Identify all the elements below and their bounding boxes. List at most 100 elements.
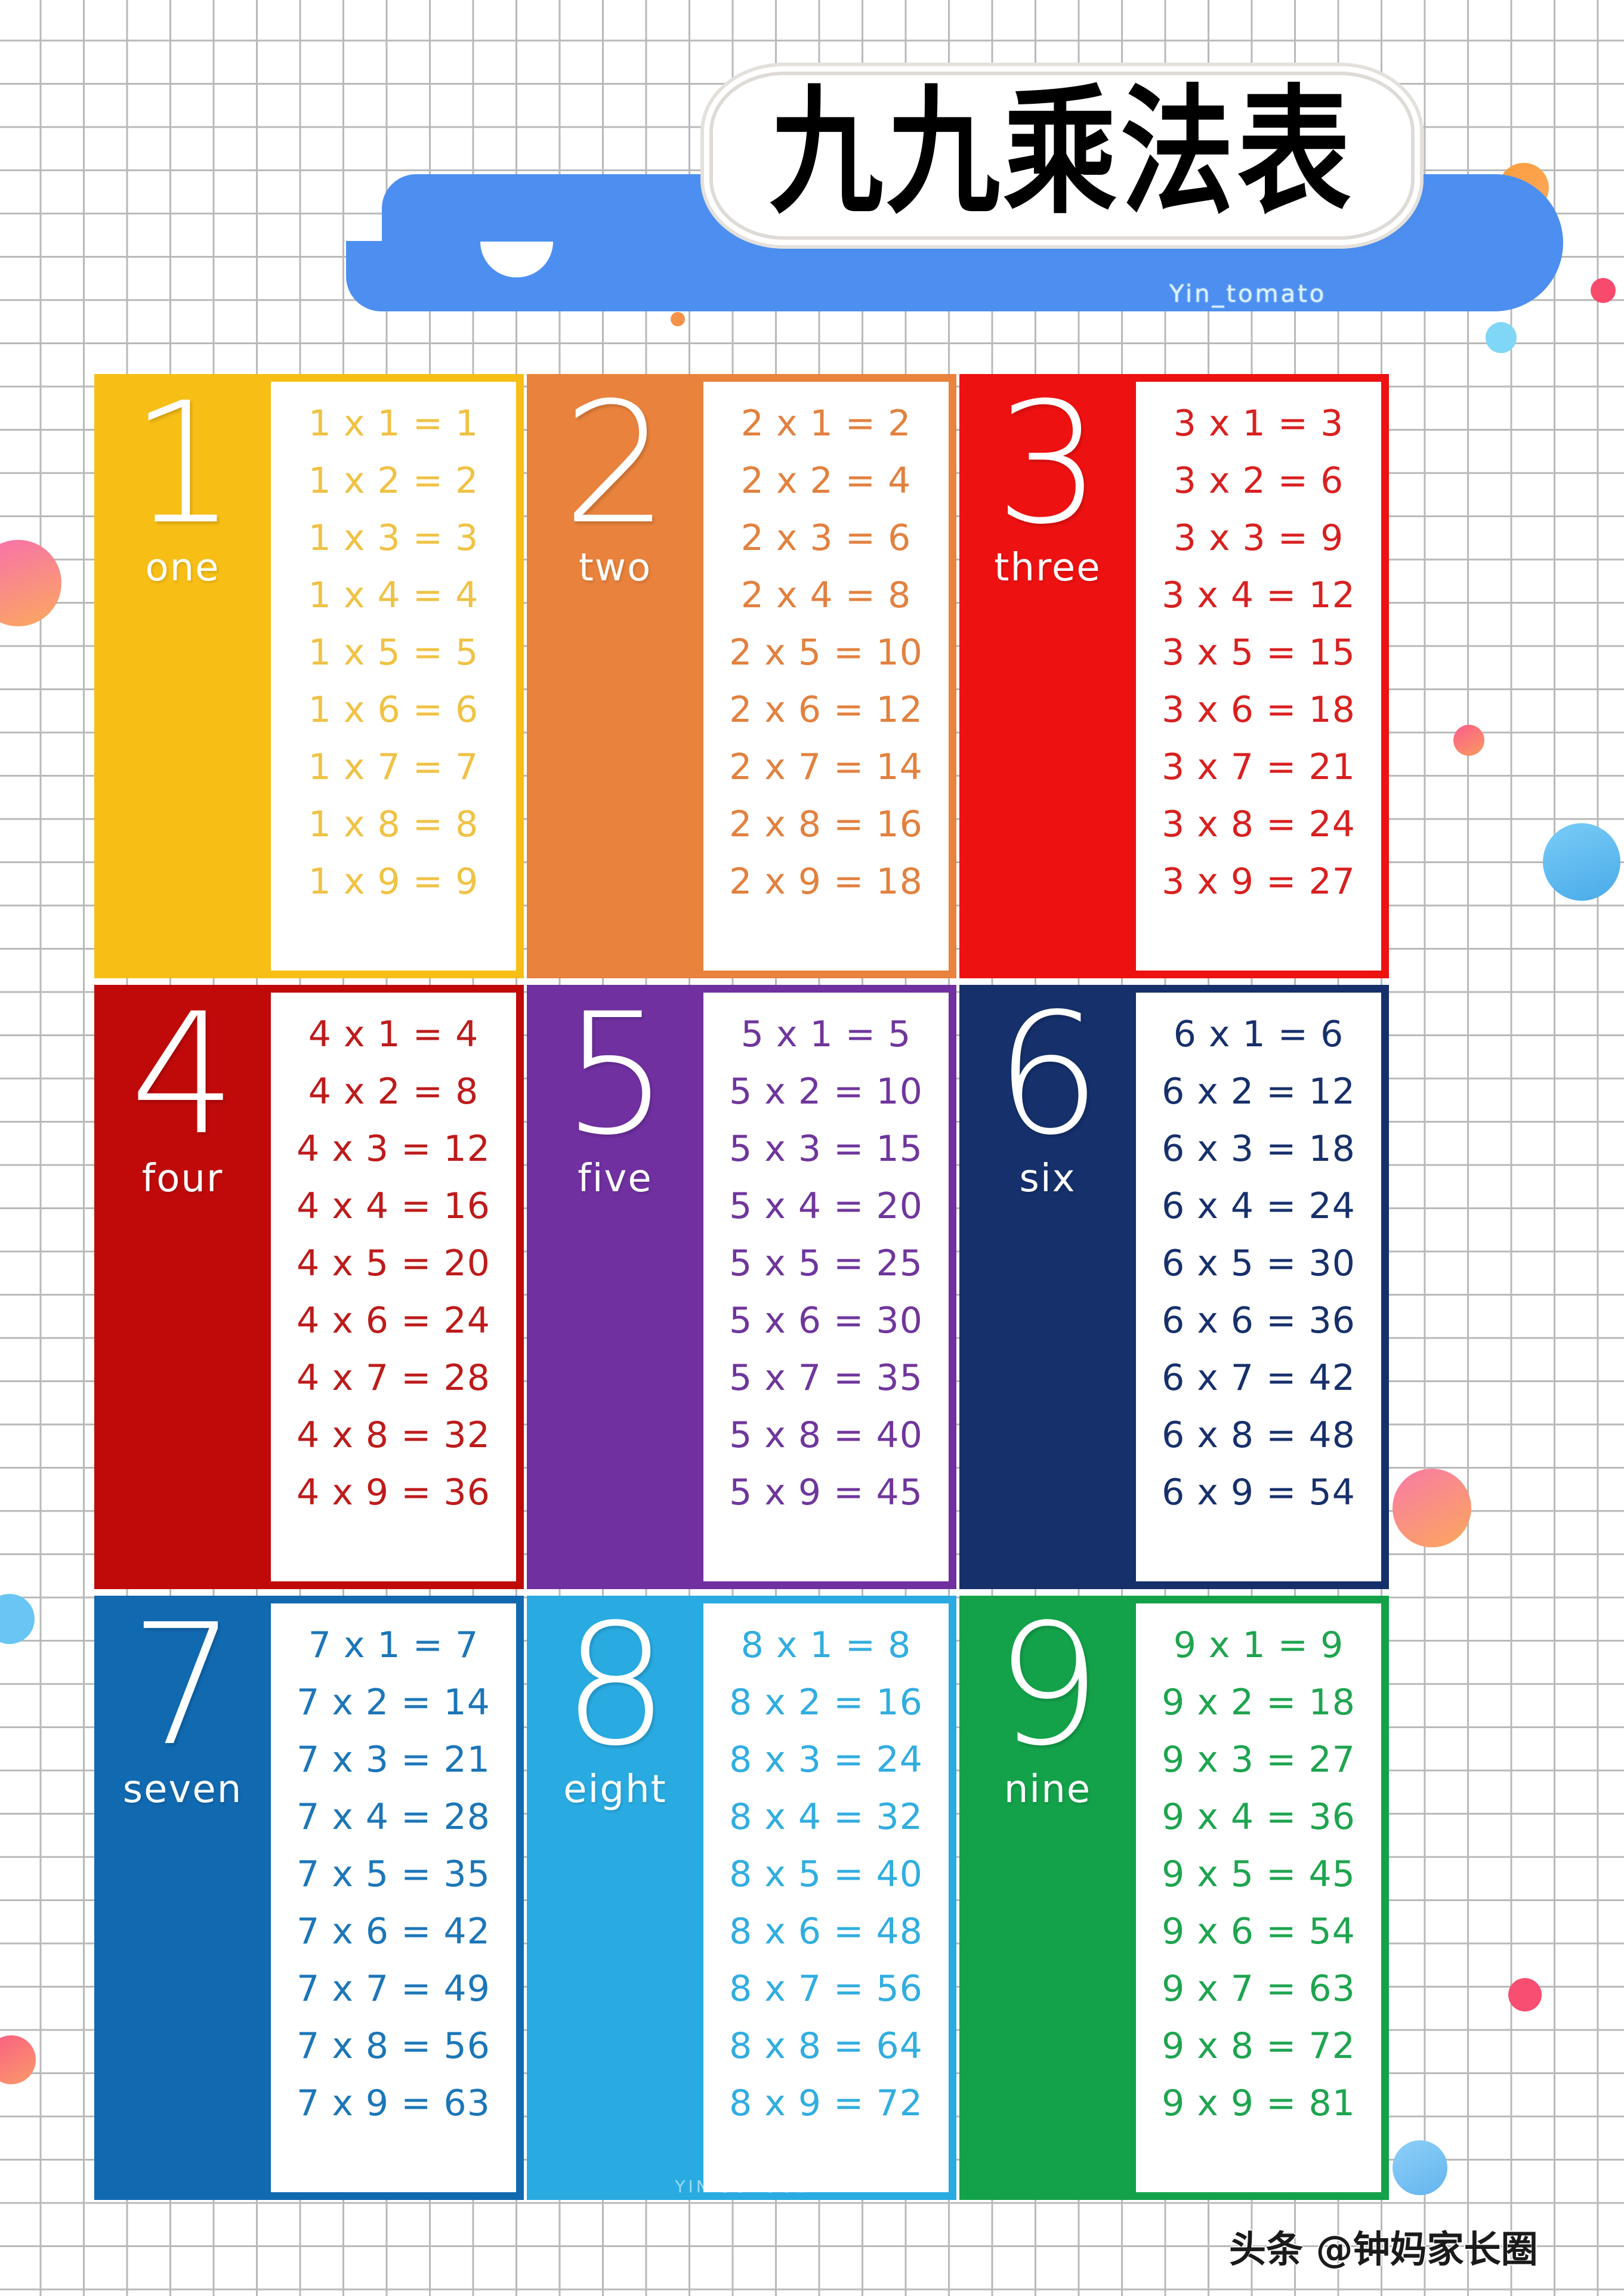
card-number-word: nine — [1004, 1767, 1092, 1812]
pink-ball-right — [1591, 278, 1616, 303]
equation-row: 3 x 8 = 24 — [1162, 804, 1356, 845]
equation-row: 1 x 3 = 3 — [308, 517, 479, 559]
equation-row: 9 x 2 = 18 — [1162, 1682, 1356, 1723]
card-equations-panel: 2 x 1 = 2 2 x 2 = 4 2 x 3 = 6 2 x 4 = 8 2 x … — [703, 378, 953, 975]
equation-row: 5 x 4 = 20 — [729, 1185, 923, 1227]
equation-row: 2 x 4 = 8 — [740, 574, 912, 616]
equation-row: 3 x 4 = 12 — [1162, 574, 1356, 616]
equation-row: 7 x 4 = 28 — [297, 1796, 490, 1838]
equation-row: 2 x 8 = 16 — [729, 804, 923, 845]
times-table-card-8: 8 eight 8 x 1 = 8 8 x 2 = 16 8 x 3 = 24 8 x 4… — [527, 1596, 956, 2200]
equation-row: 1 x 1 = 1 — [308, 403, 479, 444]
card-equations-panel: 7 x 1 = 7 7 x 2 = 14 7 x 3 = 21 7 x 4 = 28 7… — [271, 1599, 520, 2196]
bottom-watermark: 头条 @钟妈家长圈 — [1229, 2227, 1538, 2271]
card-digit: 7 — [129, 1596, 236, 1783]
card-digit: 9 — [995, 1596, 1101, 1783]
times-table-card-4: 4 four 4 x 1 = 4 4 x 2 = 8 4 x 3 = 12 4 x 4 =… — [94, 985, 524, 1589]
equation-row: 4 x 9 = 36 — [297, 1472, 490, 1513]
times-table-card-9: 9 nine 9 x 1 = 9 9 x 2 = 18 9 x 3 = 27 9 x 4 … — [959, 1596, 1389, 2200]
equation-row: 2 x 5 = 10 — [729, 632, 923, 673]
card-left-panel: 1 one — [94, 374, 271, 978]
equation-row: 6 x 2 = 12 — [1162, 1071, 1356, 1113]
equation-row: 5 x 2 = 10 — [729, 1071, 923, 1113]
equation-row: 3 x 5 = 15 — [1162, 632, 1356, 673]
equation-row: 8 x 9 = 72 — [729, 2082, 923, 2124]
equation-row: 5 x 8 = 40 — [729, 1414, 923, 1456]
card-digit: 8 — [562, 1596, 669, 1783]
equation-row: 5 x 5 = 25 — [729, 1243, 923, 1284]
equation-row: 9 x 1 = 9 — [1173, 1624, 1344, 1666]
blue-ball-mid-right — [1543, 823, 1620, 901]
equation-row: 2 x 2 = 4 — [740, 460, 912, 502]
equation-row: 6 x 8 = 48 — [1162, 1414, 1356, 1456]
equation-row: 7 x 6 = 42 — [297, 1911, 490, 1952]
equation-row: 2 x 7 = 14 — [729, 746, 923, 788]
card-number-word: two — [578, 546, 652, 590]
card-number-word: seven — [122, 1767, 243, 1812]
card-left-panel: 5 five — [527, 985, 703, 1589]
cyan-ball-right — [1486, 322, 1517, 353]
card-left-panel: 6 six — [959, 985, 1136, 1589]
equation-row: 1 x 8 = 8 — [308, 804, 479, 845]
card-equations-panel: 5 x 1 = 5 5 x 2 = 10 5 x 3 = 15 5 x 4 = 20 5… — [703, 988, 953, 1586]
times-table-card-2: 2 two 2 x 1 = 2 2 x 2 = 4 2 x 3 = 6 2 x 4 = 8… — [527, 374, 956, 978]
equation-row: 7 x 1 = 7 — [308, 1624, 479, 1666]
equation-row: 7 x 3 = 21 — [297, 1739, 490, 1781]
equation-row: 5 x 3 = 15 — [729, 1128, 923, 1170]
title-plate: 九九乘法表 — [718, 81, 1406, 231]
card-number-word: eight — [563, 1767, 667, 1812]
equation-row: 5 x 7 = 35 — [729, 1357, 923, 1399]
equation-row: 9 x 6 = 54 — [1162, 1911, 1356, 1952]
card-number-word: five — [578, 1157, 653, 1201]
card-left-panel: 3 three — [959, 374, 1136, 978]
equation-row: 5 x 1 = 5 — [740, 1013, 912, 1055]
card-digit: 3 — [995, 374, 1101, 561]
orange-dot-small — [671, 312, 685, 326]
multiplication-table-poster: 九九乘法表 Yin_tomato 1 one 1 x 1 = 1 1 x 2 = 2 1… — [0, 0, 1624, 2296]
equation-row: 3 x 6 = 18 — [1162, 689, 1356, 731]
equation-row: 3 x 1 = 3 — [1173, 403, 1344, 444]
equation-row: 7 x 7 = 49 — [297, 1968, 490, 2010]
page-title: 九九乘法表 — [650, 57, 1474, 254]
blue-ball-left — [0, 1594, 35, 1644]
equation-row: 8 x 6 = 48 — [729, 1911, 923, 1952]
card-digit: 4 — [129, 985, 236, 1172]
equation-row: 4 x 8 = 32 — [297, 1414, 490, 1456]
card-equations-panel: 9 x 1 = 9 9 x 2 = 18 9 x 3 = 27 9 x 4 = 36 9… — [1136, 1599, 1385, 2196]
pink-orange-ball-left — [0, 540, 61, 626]
equation-row: 9 x 4 = 36 — [1162, 1796, 1356, 1838]
equation-row: 3 x 2 = 6 — [1173, 460, 1344, 502]
equation-row: 7 x 9 = 63 — [297, 2082, 490, 2124]
blue-ball-bottom — [1393, 2140, 1447, 2195]
equation-row: 1 x 2 = 2 — [308, 460, 479, 502]
orange-ball-mid-right — [1393, 1469, 1471, 1547]
equation-row: 4 x 6 = 24 — [297, 1300, 490, 1342]
equation-row: 8 x 4 = 32 — [729, 1796, 923, 1838]
equation-row: 7 x 8 = 56 — [297, 2025, 490, 2067]
card-number-word: one — [145, 546, 220, 590]
card-digit: 5 — [562, 985, 669, 1172]
card-watermark: YIN.SCHOOL — [675, 2177, 808, 2196]
tables-grid: 1 one 1 x 1 = 1 1 x 2 = 2 1 x 3 = 3 1 x 4 = 4… — [94, 374, 1389, 2200]
card-equations-panel: 4 x 1 = 4 4 x 2 = 8 4 x 3 = 12 4 x 4 = 16 4 … — [271, 988, 520, 1586]
equation-row: 9 x 7 = 63 — [1162, 1968, 1356, 2010]
equation-row: 4 x 5 = 20 — [297, 1243, 490, 1284]
equation-row: 4 x 7 = 28 — [297, 1357, 490, 1399]
card-equations-panel: 6 x 1 = 6 6 x 2 = 12 6 x 3 = 18 6 x 4 = 24 6… — [1136, 988, 1385, 1586]
equation-row: 6 x 9 = 54 — [1162, 1472, 1356, 1513]
equation-row: 5 x 9 = 45 — [729, 1472, 923, 1513]
equation-row: 7 x 2 = 14 — [297, 1682, 490, 1723]
equation-row: 9 x 5 = 45 — [1162, 1853, 1356, 1895]
card-number-word: four — [141, 1157, 224, 1201]
equation-row: 1 x 9 = 9 — [308, 861, 479, 903]
equation-row: 5 x 6 = 30 — [729, 1300, 923, 1342]
equation-row: 4 x 2 = 8 — [308, 1071, 479, 1113]
times-table-card-6: 6 six 6 x 1 = 6 6 x 2 = 12 6 x 3 = 18 6 x 4 =… — [959, 985, 1389, 1589]
byline-watermark: Yin_tomato — [1169, 280, 1327, 308]
equation-row: 4 x 4 = 16 — [297, 1185, 490, 1227]
equation-row: 8 x 2 = 16 — [729, 1682, 923, 1723]
equation-row: 8 x 7 = 56 — [729, 1968, 923, 2010]
equation-row: 9 x 8 = 72 — [1162, 2025, 1356, 2067]
equation-row: 2 x 1 = 2 — [740, 403, 912, 444]
card-digit: 6 — [995, 985, 1101, 1172]
